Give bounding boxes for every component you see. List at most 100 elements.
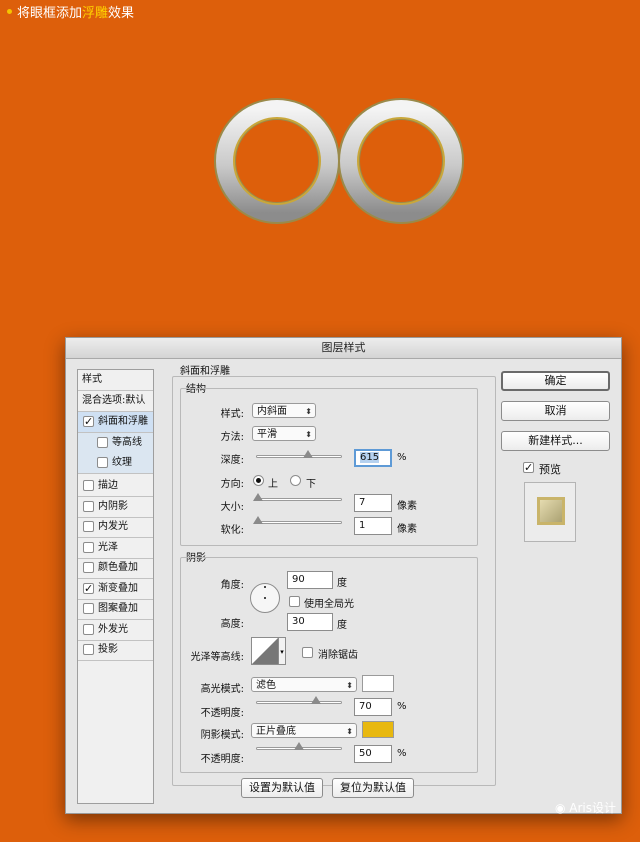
style-item-label: 内发光 xyxy=(98,521,128,532)
style-item[interactable]: 光泽 xyxy=(78,538,153,558)
angle-unit: 度 xyxy=(337,578,347,589)
style-item-label: 颜色叠加 xyxy=(98,562,138,573)
style-item-checkbox[interactable] xyxy=(83,623,94,635)
soften-slider[interactable] xyxy=(256,521,342,524)
preview-checkbox[interactable]: ✓ xyxy=(523,462,534,473)
bevel-section-title: 斜面和浮雕 xyxy=(178,362,232,377)
altitude-input[interactable]: 30 xyxy=(287,613,333,631)
highlight-opacity-thumb[interactable] xyxy=(311,696,322,704)
gloss-contour-preview[interactable] xyxy=(251,637,279,665)
ok-button[interactable]: 确定 xyxy=(501,371,610,391)
size-unit: 像素 xyxy=(397,501,417,512)
shadow-mode-label: 阴影模式: xyxy=(200,730,244,741)
shadow-color-swatch[interactable] xyxy=(362,721,394,738)
technique-select[interactable]: 平滑 ⬍ xyxy=(252,426,316,441)
style-item-label: 光泽 xyxy=(98,541,118,553)
soften-input[interactable]: 1 xyxy=(354,517,392,535)
global-light-checkbox[interactable] xyxy=(289,596,300,607)
style-preview-box xyxy=(524,482,576,542)
direction-down-radio[interactable] xyxy=(290,475,301,486)
reset-default-button[interactable]: 复位为默认值 xyxy=(332,778,414,798)
style-item-label: 纹理 xyxy=(112,457,132,468)
preview-swatch xyxy=(537,497,565,525)
style-item-checkbox[interactable]: ✓ xyxy=(83,582,94,594)
depth-unit: % xyxy=(397,452,407,463)
anti-alias-label: 消除锯齿 xyxy=(318,650,358,661)
style-item[interactable]: 内发光 xyxy=(78,517,153,537)
angle-label: 角度: xyxy=(220,580,244,591)
style-item-checkbox[interactable] xyxy=(97,457,108,468)
direction-down-label: 下 xyxy=(306,479,316,490)
style-item-checkbox[interactable] xyxy=(83,521,94,532)
angle-input[interactable]: 90 xyxy=(287,571,333,589)
style-item[interactable]: 外发光 xyxy=(78,620,153,640)
style-item-label: 渐变叠加 xyxy=(98,582,138,594)
gloss-contour-label: 光泽等高线: xyxy=(190,652,244,663)
style-item-label: 斜面和浮雕 xyxy=(98,416,148,427)
highlight-mode-label: 高光模式: xyxy=(200,684,244,695)
highlight-color-swatch[interactable] xyxy=(362,675,394,692)
style-item[interactable]: 颜色叠加 xyxy=(78,558,153,578)
soften-slider-thumb[interactable] xyxy=(252,516,263,524)
style-item-checkbox[interactable] xyxy=(83,562,94,573)
style-item[interactable]: 图案叠加 xyxy=(78,599,153,619)
style-item-label: 等高线 xyxy=(112,436,142,448)
styles-header[interactable]: 样式 xyxy=(78,370,153,390)
highlight-mode-select[interactable]: 滤色 ⬍ xyxy=(251,677,357,692)
style-item-checkbox[interactable] xyxy=(83,480,94,491)
style-item-checkbox[interactable] xyxy=(83,541,94,553)
shadow-opacity-input[interactable]: 50 xyxy=(354,745,392,763)
depth-slider[interactable] xyxy=(256,455,342,458)
chevron-updown-icon: ⬍ xyxy=(305,407,312,416)
altitude-unit: 度 xyxy=(337,620,347,631)
highlight-opacity-slider[interactable] xyxy=(256,701,342,704)
style-item-checkbox[interactable] xyxy=(83,603,94,614)
angle-dial[interactable] xyxy=(250,583,280,613)
size-slider[interactable] xyxy=(256,498,342,501)
style-item-checkbox[interactable] xyxy=(97,436,108,448)
cancel-button[interactable]: 取消 xyxy=(501,401,610,421)
depth-slider-thumb[interactable] xyxy=(302,450,313,458)
anti-alias-checkbox[interactable] xyxy=(302,647,313,658)
direction-up-label: 上 xyxy=(268,479,278,490)
watermark: ◉ Aris设计 xyxy=(554,801,616,815)
wechat-icon: ◉ xyxy=(554,801,566,815)
style-item-label: 外发光 xyxy=(98,623,128,635)
style-item-label: 图案叠加 xyxy=(98,603,138,614)
bevel-style-select[interactable]: 内斜面 ⬍ xyxy=(252,403,316,418)
size-slider-thumb[interactable] xyxy=(252,493,263,501)
chevron-updown-icon: ⬍ xyxy=(346,727,353,736)
style-item-checkbox[interactable] xyxy=(83,644,94,655)
style-item[interactable]: ✓ 斜面和浮雕 xyxy=(78,412,153,432)
caption-highlight: 浮雕 xyxy=(82,6,109,21)
style-item[interactable]: 描边 xyxy=(78,476,153,496)
style-item[interactable]: 纹理 xyxy=(78,453,153,473)
direction-label: 方向: xyxy=(220,479,244,490)
style-item-checkbox[interactable] xyxy=(83,500,94,512)
contour-dropdown-icon[interactable]: ▾ xyxy=(279,637,286,665)
styles-list: 样式 混合选项:默认 ✓ 斜面和浮雕等高线纹理描边 内阴影内发光光泽颜色叠加 ✓ 渐变叠… xyxy=(77,369,154,804)
shadow-opacity-thumb[interactable] xyxy=(294,742,304,750)
size-label: 大小: xyxy=(220,502,244,513)
caption-text: 将眼框添加浮雕效果 xyxy=(17,6,135,21)
shadow-mode-select[interactable]: 正片叠底 ⬍ xyxy=(251,723,357,738)
soften-unit: 像素 xyxy=(397,524,417,535)
style-item[interactable]: ✓ 渐变叠加 xyxy=(78,579,153,599)
blend-options-item[interactable]: 混合选项:默认 xyxy=(78,391,153,411)
style-item[interactable]: 内阴影 xyxy=(78,497,153,517)
new-style-button[interactable]: 新建样式... xyxy=(501,431,610,451)
chevron-updown-icon: ⬍ xyxy=(346,681,353,690)
shadow-opacity-unit: % xyxy=(397,748,407,759)
glasses-frame-image xyxy=(214,98,464,224)
depth-input[interactable]: 615 xyxy=(354,449,392,467)
technique-label: 方法: xyxy=(220,432,244,443)
size-input[interactable]: 7 xyxy=(354,494,392,512)
style-item[interactable]: 等高线 xyxy=(78,432,153,453)
style-item[interactable]: 投影 xyxy=(78,640,153,660)
make-default-button[interactable]: 设置为默认值 xyxy=(241,778,323,798)
global-light-label: 使用全局光 xyxy=(304,599,354,610)
style-item-label: 投影 xyxy=(98,644,118,655)
style-item-checkbox[interactable]: ✓ xyxy=(83,416,94,427)
highlight-opacity-input[interactable]: 70 xyxy=(354,698,392,716)
direction-up-radio[interactable] xyxy=(253,475,264,486)
